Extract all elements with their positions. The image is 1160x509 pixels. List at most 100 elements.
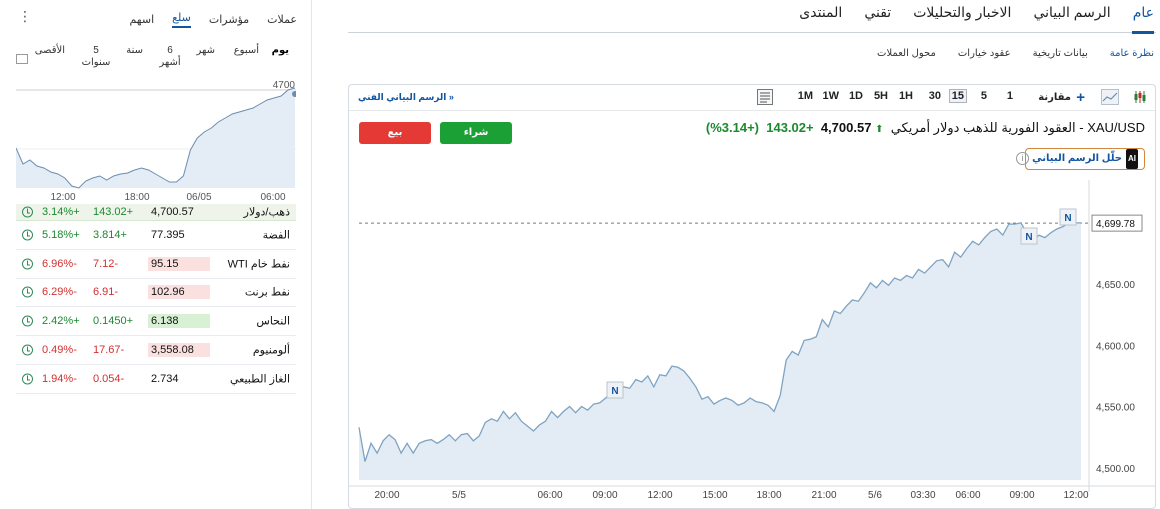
period-6months[interactable]: 6 أشهر	[157, 45, 183, 69]
period-week[interactable]: أسبوع	[234, 45, 259, 57]
news-marker[interactable]: N	[1059, 208, 1077, 226]
timeframe-5h[interactable]: 5H	[874, 90, 888, 102]
x-tick-label: 09:00	[592, 490, 617, 501]
news-toggle-icon[interactable]	[757, 89, 773, 105]
instrument-change: +143.02	[766, 120, 814, 135]
x-tick-label: 06:00	[955, 490, 980, 501]
tab-indices[interactable]: مؤشرات	[209, 13, 249, 26]
news-marker[interactable]: N	[606, 381, 624, 399]
timeframe-1h[interactable]: 1H	[899, 90, 913, 102]
mini-area	[16, 88, 295, 188]
commodities-panel: ⋮ عملات مؤشرات سلع اسهم يوم أسبوع شهر 6 …	[0, 0, 312, 509]
timeframe-1m[interactable]: 1M	[798, 90, 813, 102]
sell-button[interactable]: بيع	[359, 122, 431, 144]
quote-name: ألومنيوم	[252, 344, 290, 357]
quote-percent: +5.18%	[42, 228, 80, 241]
quote-row[interactable]: ألومنيوم 3,558.08 -17.67 -0.49%	[16, 336, 296, 365]
quote-name: ذهب/دولار	[243, 206, 290, 219]
quote-price: 2.734	[151, 372, 179, 385]
quote-change: +3.814	[93, 228, 127, 241]
timeframe-15[interactable]: 15	[948, 89, 967, 103]
svg-text:N: N	[1064, 213, 1071, 224]
candlestick-icon[interactable]	[1133, 90, 1147, 104]
price-chart: 4,500.00 4,550.00 4,600.00 4,650.00 4,699.78…	[349, 180, 1155, 501]
quote-change: +0.1450	[93, 315, 134, 328]
timeframe-5[interactable]: 5	[981, 90, 987, 102]
chart-type-icon[interactable]	[16, 54, 28, 64]
timeframe-30[interactable]: 30	[929, 90, 941, 102]
quote-price: 95.15	[148, 256, 210, 271]
clock-icon	[22, 229, 33, 241]
subtab-historical-data[interactable]: بيانات تاريخية	[1033, 48, 1088, 59]
quote-row[interactable]: النحاس 6.138 +0.1450 +2.42%	[16, 307, 296, 337]
tab-stocks[interactable]: اسهم	[129, 13, 154, 26]
tab-overview-general[interactable]: عام	[1133, 4, 1154, 27]
x-tick-label: 5/6	[868, 490, 882, 501]
svg-text:N: N	[1025, 232, 1032, 243]
period-max[interactable]: الأقصى	[35, 45, 65, 57]
instrument-price: 4,700.57	[820, 120, 872, 135]
mini-chart: 4700 4600 12:00 18:00 06/05 06:00	[16, 80, 296, 203]
clock-icon	[22, 373, 33, 385]
timeframe-1w[interactable]: 1W	[823, 90, 840, 102]
quote-row[interactable]: نفط برنت 102.96 -6.91 -6.29%	[16, 279, 296, 308]
tab-commodities[interactable]: سلع	[172, 11, 191, 28]
add-compare-icon[interactable]: +	[1076, 89, 1085, 106]
quote-change: -7.12	[93, 257, 119, 270]
area-chart-icon[interactable]	[1101, 89, 1119, 105]
nav-divider	[348, 32, 1156, 33]
quote-price: 4,700.57	[151, 206, 194, 218]
subtab-options[interactable]: عقود خيارات	[958, 48, 1011, 59]
x-tick-label: 18:00	[756, 490, 781, 501]
analyze-chart-label: حلّل الرسم البياني	[1032, 153, 1122, 164]
timeframe-1d[interactable]: 1D	[849, 90, 863, 102]
x-tick-label: 03:30	[910, 490, 935, 501]
analyze-chart-button[interactable]: AI حلّل الرسم البياني	[1025, 148, 1145, 170]
clock-icon	[22, 315, 33, 327]
tab-forum[interactable]: المنتدى	[799, 4, 842, 27]
mini-x-tick: 06:00	[260, 192, 285, 203]
quote-price: 102.96	[148, 285, 210, 300]
period-5years[interactable]: 5 سنوات	[81, 45, 111, 69]
info-icon[interactable]: i	[1016, 152, 1029, 165]
quote-change: -6.91	[93, 286, 119, 299]
x-tick-label: 21:00	[811, 490, 836, 501]
period-month[interactable]: شهر	[196, 45, 215, 57]
tab-chart[interactable]: الرسم البياني	[1033, 4, 1110, 27]
y-tick-label: 4,600.00	[1096, 341, 1135, 352]
clock-icon	[22, 286, 33, 298]
quote-row[interactable]: نفط خام WTI 95.15 -7.12 -6.96%	[16, 250, 296, 279]
subtab-overview[interactable]: نظرة عامة	[1110, 48, 1154, 59]
compare-button[interactable]: مقارنة	[1038, 92, 1071, 103]
quote-change: +143.02	[93, 206, 134, 218]
quote-row[interactable]: ذهب/دولار 4,700.57 +143.02 +3.14%	[16, 204, 296, 221]
period-day[interactable]: يوم	[272, 45, 289, 57]
instrument-percent: (+3.14%)	[705, 120, 759, 135]
technical-chart-link[interactable]: الرسم البياني الفني »	[358, 92, 454, 103]
quotes-table: ذهب/دولار 4,700.57 +143.02 +3.14% الفضة …	[16, 204, 296, 394]
x-tick-label: 5/5	[452, 490, 466, 501]
up-arrow-icon: ⬆	[875, 124, 884, 135]
buy-button[interactable]: شراء	[440, 122, 512, 144]
news-marker[interactable]: N	[1020, 227, 1038, 245]
quote-row[interactable]: الغاز الطبيعي 2.734 -0.054 -1.94%	[16, 365, 296, 394]
mini-x-tick: 18:00	[124, 192, 149, 203]
mini-x-tick: 06/05	[186, 192, 211, 203]
tab-news-analysis[interactable]: الاخبار والتحليلات	[913, 4, 1011, 27]
svg-text:N: N	[611, 386, 618, 397]
x-tick-label: 20:00	[374, 490, 399, 501]
quote-row[interactable]: الفضة 77.395 +3.814 +5.18%	[16, 221, 296, 250]
x-tick-label: 06:00	[537, 490, 562, 501]
tab-currencies[interactable]: عملات	[267, 13, 297, 26]
mini-x-tick: 12:00	[50, 192, 75, 203]
quote-percent: -6.96%	[42, 257, 77, 270]
timeframe-1[interactable]: 1	[1007, 90, 1013, 102]
x-tick-label: 09:00	[1009, 490, 1034, 501]
subtab-currency-converter[interactable]: محول العملات	[877, 48, 936, 59]
period-year[interactable]: سنة	[126, 45, 143, 57]
main-tabs: عام الرسم البياني الاخبار والتحليلات تقن…	[777, 4, 1154, 27]
price-area	[359, 222, 1081, 480]
tab-technical[interactable]: تقني	[864, 4, 891, 27]
instrument-header: XAU/USD - العقود الفورية للذهب دولار أمر…	[706, 120, 1145, 136]
instrument-title: XAU/USD - العقود الفورية للذهب دولار أمر…	[890, 120, 1145, 135]
